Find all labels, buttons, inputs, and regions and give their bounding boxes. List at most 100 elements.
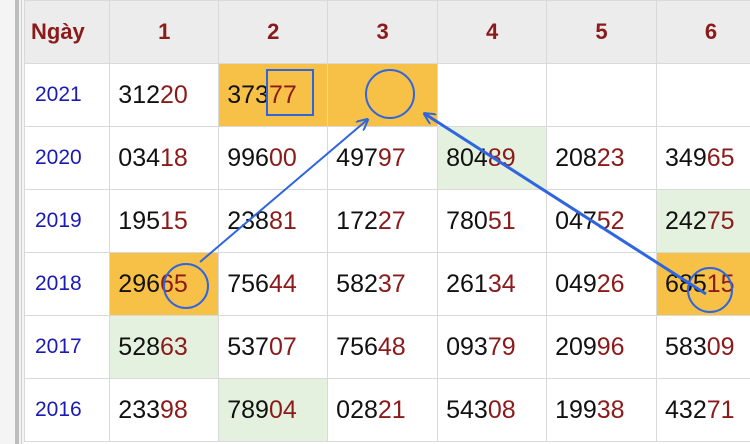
result-leading-digits: 296 [118, 269, 161, 298]
result-cell: 26134 [437, 252, 548, 316]
result-cell: 43271 [656, 378, 750, 442]
result-cell: 20996 [546, 315, 658, 379]
year-link[interactable]: 2016 [23, 378, 111, 442]
result-cell: 75644 [218, 252, 329, 316]
result-last-two-digits: 27 [377, 206, 406, 235]
result-leading-digits: 537 [227, 332, 269, 361]
left-edge-line [21, 0, 22, 444]
result-cell: 54308 [437, 378, 548, 442]
result-last-two-digits: 21 [377, 395, 406, 424]
result-last-two-digits: 34 [487, 269, 516, 298]
result-cell [546, 63, 658, 127]
result-cell: 29665 [109, 252, 220, 316]
result-cell: 78051 [437, 189, 548, 253]
result-leading-digits: 349 [665, 143, 707, 172]
header-col-1: 1 [109, 0, 220, 64]
result-cell: 34965 [656, 126, 750, 190]
header-col-3: 3 [327, 0, 439, 64]
year-link[interactable]: 2019 [23, 189, 111, 253]
result-cell: 80489 [437, 126, 548, 190]
header-date-label: Ngày [23, 0, 111, 64]
result-leading-digits: 789 [227, 395, 269, 424]
result-cell: 78904 [218, 378, 329, 442]
result-last-two-digits: 18 [160, 143, 188, 172]
result-last-two-digits: 48 [377, 332, 406, 361]
result-last-two-digits: 04 [268, 395, 297, 424]
result-cell: 37377 [218, 63, 329, 127]
result-cell: 19515 [109, 189, 220, 253]
result-leading-digits: 172 [336, 206, 378, 235]
result-cell: 99600 [218, 126, 329, 190]
result-last-two-digits: 15 [706, 269, 735, 298]
table-row: 2016 23398 78904 02821 54308 19938 43271 [23, 378, 750, 442]
result-last-two-digits: 71 [706, 395, 735, 424]
result-last-two-digits: 65 [706, 143, 735, 172]
result-leading-digits: 028 [336, 395, 378, 424]
result-cell: 03418 [109, 126, 220, 190]
header-col-5: 5 [546, 0, 658, 64]
result-leading-digits: 049 [555, 269, 597, 298]
result-leading-digits: 034 [118, 143, 161, 172]
result-leading-digits: 199 [555, 395, 597, 424]
result-last-two-digits: 51 [487, 206, 516, 235]
result-leading-digits: 996 [227, 143, 269, 172]
header-col-6: 6 [656, 0, 750, 64]
result-leading-digits: 233 [118, 395, 161, 424]
result-leading-digits: 312 [118, 80, 161, 109]
header-col-4: 4 [437, 0, 548, 64]
result-leading-digits: 093 [446, 332, 488, 361]
result-last-two-digits: 77 [268, 80, 297, 109]
result-last-two-digits: 07 [268, 332, 297, 361]
result-last-two-digits: 97 [377, 143, 406, 172]
result-last-two-digits: 96 [596, 332, 625, 361]
left-edge-frame [0, 0, 24, 444]
result-cell: 02821 [327, 378, 439, 442]
result-leading-digits: 780 [446, 206, 488, 235]
header-col-2: 2 [218, 0, 329, 64]
result-last-two-digits: 15 [160, 206, 188, 235]
result-leading-digits: 432 [665, 395, 707, 424]
header-row: Ngày 1 2 3 4 5 6 [23, 0, 750, 64]
result-cell: 20823 [546, 126, 658, 190]
result-leading-digits: 685 [665, 269, 707, 298]
result-cell: 68515 [656, 252, 750, 316]
result-last-two-digits: 23 [596, 143, 625, 172]
result-leading-digits: 528 [118, 332, 161, 361]
result-cell: 23398 [109, 378, 220, 442]
result-leading-digits: 047 [555, 206, 597, 235]
result-cell: 52863 [109, 315, 220, 379]
result-leading-digits: 583 [665, 332, 707, 361]
result-cell: 19938 [546, 378, 658, 442]
result-cell [327, 63, 439, 127]
year-link[interactable]: 2017 [23, 315, 111, 379]
result-cell: 04752 [546, 189, 658, 253]
result-cell [656, 63, 750, 127]
result-last-two-digits: 98 [160, 395, 188, 424]
result-cell: 49797 [327, 126, 439, 190]
table-row: 2018 29665 75644 58237 26134 04926 68515 [23, 252, 750, 316]
result-last-two-digits: 00 [268, 143, 297, 172]
year-link[interactable]: 2021 [23, 63, 111, 127]
result-last-two-digits: 75 [706, 206, 735, 235]
result-leading-digits: 238 [227, 206, 269, 235]
result-cell: 31220 [109, 63, 220, 127]
result-last-two-digits: 63 [160, 332, 188, 361]
result-cell: 75648 [327, 315, 439, 379]
left-edge-bar [15, 0, 19, 444]
result-last-two-digits: 81 [268, 206, 297, 235]
table-row: 2021 31220 37377 [23, 63, 750, 127]
year-link[interactable]: 2018 [23, 252, 111, 316]
result-last-two-digits: 65 [160, 269, 188, 298]
result-leading-digits: 373 [227, 80, 269, 109]
result-leading-digits: 756 [227, 269, 269, 298]
result-last-two-digits: 20 [160, 80, 188, 109]
result-last-two-digits: 08 [487, 395, 516, 424]
result-leading-digits: 209 [555, 332, 597, 361]
table-row: 2019 19515 23881 17227 78051 04752 24275 [23, 189, 750, 253]
result-cell: 17227 [327, 189, 439, 253]
year-link[interactable]: 2020 [23, 126, 111, 190]
result-last-two-digits: 38 [596, 395, 625, 424]
result-leading-digits: 208 [555, 143, 597, 172]
result-cell [437, 63, 548, 127]
result-cell: 53707 [218, 315, 329, 379]
